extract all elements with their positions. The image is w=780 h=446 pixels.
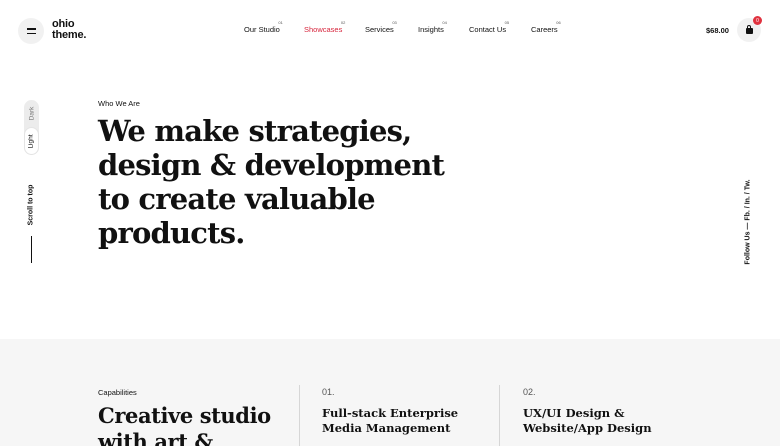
shopping-bag-icon	[745, 25, 753, 34]
capabilities-section: Capabilities Creative studio with art & …	[0, 339, 780, 446]
capabilities-label: Capabilities	[98, 388, 137, 397]
scroll-line	[31, 236, 32, 263]
divider	[499, 385, 500, 446]
service-number: 02.	[523, 387, 536, 397]
nav-our-studio[interactable]: Our Studio 01	[244, 20, 283, 34]
service-number: 01.	[322, 387, 335, 397]
nav-showcases[interactable]: Showcases 02	[304, 20, 345, 34]
cart-total: $68.00	[706, 26, 729, 35]
hero-eyebrow: Who We Are	[98, 99, 140, 108]
mode-dark-option[interactable]: Dark	[24, 100, 39, 127]
service-item[interactable]: Full-stack Enterprise Media Management	[322, 406, 502, 436]
cart-count-badge: 0	[753, 16, 762, 25]
divider	[299, 385, 300, 446]
color-mode-switch[interactable]: Dark Light	[24, 100, 39, 155]
mode-light-option[interactable]: Light	[24, 127, 39, 155]
main-nav: Our Studio 01 Showcases 02 Services 03 Insi…	[0, 20, 780, 39]
capabilities-title: Creative studio with art &	[98, 403, 271, 446]
service-item[interactable]: UX/UI Design & Website/App Design	[523, 406, 703, 436]
nav-services[interactable]: Services 03	[365, 20, 397, 34]
nav-careers[interactable]: Careers 06	[531, 20, 561, 34]
nav-contact-us[interactable]: Contact Us 05	[469, 20, 509, 34]
hero-headline: We make strategies, design & development…	[98, 114, 445, 250]
nav-insights[interactable]: Insights 04	[418, 20, 447, 34]
